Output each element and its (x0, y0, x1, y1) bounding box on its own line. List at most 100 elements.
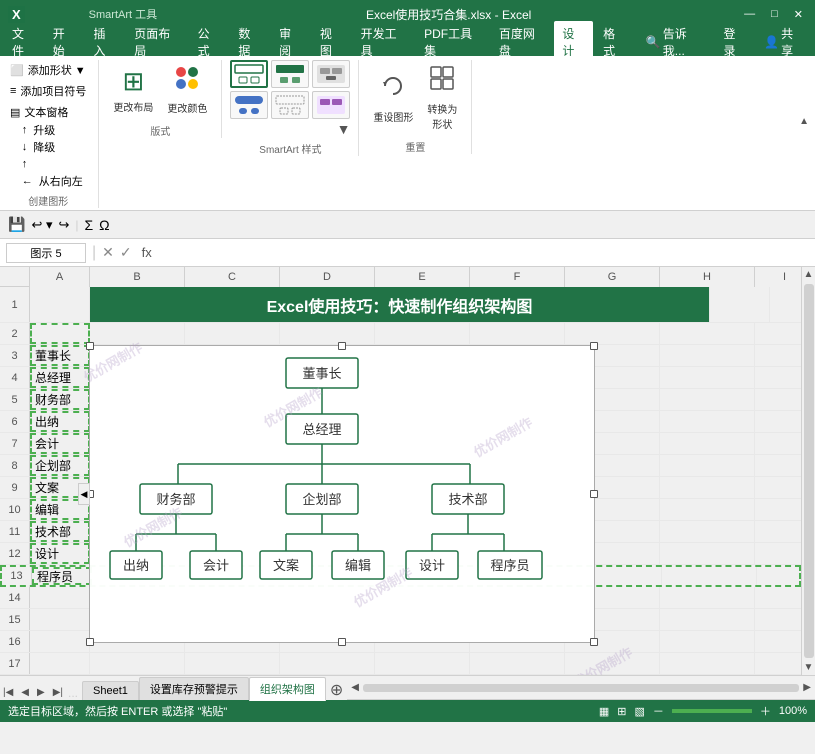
cell-i1[interactable] (710, 287, 770, 322)
sheet-tab-sheet1[interactable]: Sheet1 (82, 681, 139, 700)
close-btn[interactable]: ✕ (790, 8, 807, 21)
maximize-btn[interactable]: □ (767, 8, 782, 20)
cell-i16[interactable] (755, 631, 801, 652)
rtl-btn[interactable]: ← (18, 173, 37, 189)
cell-g2[interactable] (565, 323, 660, 344)
demote-btn[interactable]: ↓ (18, 139, 32, 155)
cell-a2[interactable] (30, 323, 90, 344)
cell-h12[interactable] (660, 543, 755, 564)
view-layout-btn[interactable]: ⊞ (617, 705, 626, 718)
style-thumb-4[interactable] (230, 91, 268, 119)
h-scroll-thumb[interactable] (363, 684, 799, 692)
zoom-in-btn[interactable]: ＋ (760, 703, 771, 719)
scroll-down-btn[interactable]: ▼ (804, 662, 814, 673)
cell-a8[interactable]: 企划部 (30, 455, 90, 476)
cell-e2[interactable] (375, 323, 470, 344)
formula-input[interactable] (162, 246, 809, 260)
smartart-left-arrow[interactable]: ◀ (78, 483, 90, 505)
add-shape-btn[interactable]: ⬜ 添加形状 ▼ (6, 60, 90, 80)
cell-i9[interactable] (755, 477, 801, 498)
cell-h9[interactable] (660, 477, 755, 498)
zoom-out-btn[interactable]: － (653, 703, 664, 719)
style-thumb-1[interactable] (230, 60, 268, 88)
add-bullet-btn[interactable]: ≡ 添加项目符号 (6, 81, 90, 101)
cancel-icon[interactable]: ✕ (102, 244, 114, 261)
cell-i17[interactable] (755, 653, 801, 674)
cell-i4[interactable] (755, 367, 801, 388)
cell-h4[interactable] (660, 367, 755, 388)
ribbon-collapse-btn[interactable]: ▲ (799, 116, 809, 127)
cell-i6[interactable] (755, 411, 801, 432)
minimize-btn[interactable]: — (740, 8, 759, 20)
cell-i10[interactable] (755, 499, 801, 520)
cell-a11[interactable]: 技术部 (30, 521, 90, 542)
scroll-thumb[interactable] (804, 284, 814, 658)
cell-b2[interactable] (90, 323, 185, 344)
name-box[interactable] (6, 243, 86, 263)
sheet-nav-next[interactable]: ▶ (34, 685, 48, 700)
cell-i3[interactable] (755, 345, 801, 366)
cell-a1[interactable] (30, 287, 90, 322)
cell-i15[interactable] (755, 609, 801, 630)
cell-g17[interactable] (565, 653, 660, 674)
sheet-tab-orgchart[interactable]: 组织架构图 (249, 677, 326, 701)
cell-h6[interactable] (660, 411, 755, 432)
style-thumb-5[interactable] (271, 91, 309, 119)
sheet-nav-last[interactable]: ▶| (50, 685, 66, 700)
sheet-nav-first[interactable]: |◀ (0, 685, 16, 700)
cell-a7[interactable]: 会计 (30, 433, 90, 454)
cell-i14[interactable] (755, 587, 801, 608)
smartart-container[interactable]: ◀ 董事长 总经理 财 (89, 345, 595, 643)
view-page-btn[interactable]: ▧ (634, 705, 644, 718)
cell-c17[interactable] (185, 653, 280, 674)
cell-a17[interactable] (30, 653, 90, 674)
cell-f17[interactable] (470, 653, 565, 674)
resize-handle-tm[interactable] (338, 342, 346, 350)
resize-handle-tr[interactable] (590, 342, 598, 350)
zoom-slider[interactable] (672, 709, 752, 713)
cell-h8[interactable] (660, 455, 755, 476)
cell-h5[interactable] (660, 389, 755, 410)
promote-btn[interactable]: ↑ (18, 122, 32, 138)
confirm-icon[interactable]: ✓ (120, 244, 132, 261)
save-icon[interactable]: 💾 (8, 216, 25, 233)
styles-scroll-btn[interactable]: ▼ (337, 121, 351, 137)
cell-i2[interactable] (755, 323, 801, 344)
resize-handle-bm[interactable] (338, 638, 346, 646)
add-sheet-btn[interactable]: ⊕ (326, 680, 347, 700)
cell-i11[interactable] (755, 521, 801, 542)
sheet-tab-warehouse[interactable]: 设置库存预警提示 (139, 677, 249, 700)
cell-a12[interactable]: 设计 (30, 543, 90, 564)
cell-h7[interactable] (660, 433, 755, 454)
function-icon[interactable]: fx (138, 245, 156, 260)
cell-a5[interactable]: 财务部 (30, 389, 90, 410)
cell-h15[interactable] (660, 609, 755, 630)
cell-i7[interactable] (755, 433, 801, 454)
text-pane-btn[interactable]: ▤ 文本窗格 (6, 102, 90, 122)
style-thumb-6[interactable] (312, 91, 350, 119)
change-color-btn[interactable]: 更改颜色 (161, 60, 213, 119)
cell-f2[interactable] (470, 323, 565, 344)
resize-handle-tl[interactable] (86, 342, 94, 350)
cell-i12[interactable] (755, 543, 801, 564)
cell-a3[interactable]: 董事长 (30, 345, 90, 366)
cell-h11[interactable] (660, 521, 755, 542)
view-normal-btn[interactable]: ▦ (599, 705, 609, 718)
cell-a16[interactable] (30, 631, 90, 652)
cell-i13[interactable] (757, 567, 801, 585)
move-up-btn[interactable]: ↑ (18, 156, 32, 172)
reset-graphic-btn[interactable]: 重设图形 (367, 68, 419, 128)
cell-d2[interactable] (280, 323, 375, 344)
cell-i8[interactable] (755, 455, 801, 476)
cell-h10[interactable] (660, 499, 755, 520)
style-thumb-3[interactable] (312, 60, 350, 88)
resize-handle-br[interactable] (590, 638, 598, 646)
cell-e17[interactable] (375, 653, 470, 674)
cell-c2[interactable] (185, 323, 280, 344)
cell-i5[interactable] (755, 389, 801, 410)
h-scroll-left[interactable]: ◀ (351, 682, 359, 693)
cell-a6[interactable]: 出纳 (30, 411, 90, 432)
omega-btn[interactable]: Ω (99, 217, 109, 233)
cell-a15[interactable] (30, 609, 90, 630)
h-scroll-right[interactable]: ▶ (803, 682, 811, 693)
